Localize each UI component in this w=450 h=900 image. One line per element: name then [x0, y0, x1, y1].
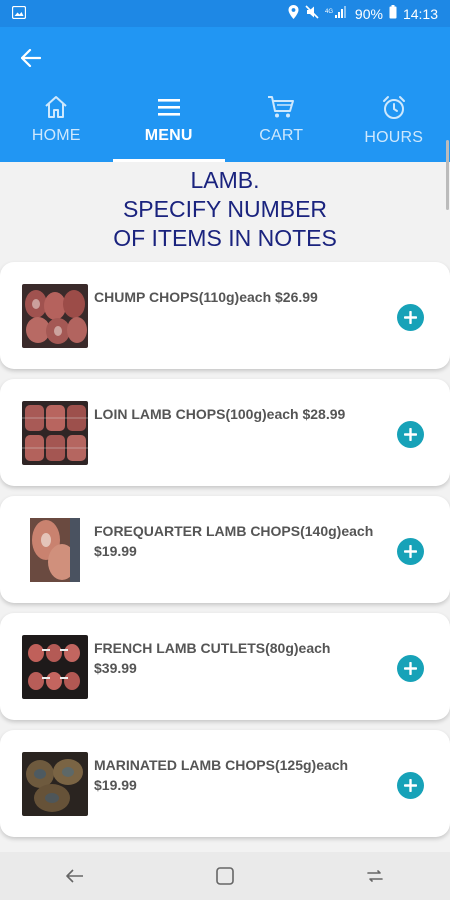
tab-cart[interactable]: CART — [225, 89, 338, 162]
add-to-cart-button[interactable] — [397, 304, 424, 331]
app-bar: HOME MENU CART HOURS — [0, 27, 450, 162]
tab-bar: HOME MENU CART HOURS — [0, 89, 450, 162]
product-image-forequarter-lamb-chops — [22, 518, 88, 582]
mute-icon — [305, 5, 319, 22]
tab-menu[interactable]: MENU — [112, 89, 225, 162]
add-to-cart-button[interactable] — [397, 538, 424, 565]
battery-icon — [389, 5, 397, 22]
title-line-2: SPECIFY NUMBER — [122, 196, 328, 222]
plus-icon — [404, 545, 417, 558]
add-to-cart-button[interactable] — [397, 655, 424, 682]
product-image-loin-lamb-chops — [22, 401, 88, 465]
title-line-1: LAMB. — [190, 167, 260, 193]
tab-hours-label: HOURS — [364, 129, 424, 146]
system-home-button[interactable] — [195, 856, 255, 896]
home-icon — [45, 96, 67, 118]
product-title: FRENCH LAMB CUTLETS(80g)each $39.99 — [94, 640, 331, 676]
status-bar: 4G 90% 14:13 — [0, 0, 450, 27]
product-card[interactable]: MARINATED LAMB CHOPS(125g)each $19.99 — [0, 730, 450, 837]
add-to-cart-button[interactable] — [397, 421, 424, 448]
recents-nav-icon — [367, 870, 383, 882]
product-title: FOREQUARTER LAMB CHOPS(140g)each $19.99 — [94, 523, 374, 559]
home-nav-icon — [216, 867, 234, 885]
menu-icon — [157, 99, 180, 116]
product-image-chump-chops — [22, 284, 88, 348]
title-line-3: OF ITEMS IN NOTES — [113, 225, 337, 251]
system-recents-button[interactable] — [345, 856, 405, 896]
page-title: LAMB. SPECIFY NUMBER OF ITEMS IN NOTES — [0, 166, 450, 253]
product-title: CHUMP CHOPS(110g)each $26.99 — [94, 289, 318, 305]
image-icon — [11, 5, 27, 22]
add-to-cart-button[interactable] — [397, 772, 424, 799]
plus-icon — [404, 779, 417, 792]
product-title: LOIN LAMB CHOPS(100g)each $28.99 — [94, 406, 346, 422]
plus-icon — [404, 311, 417, 324]
active-tab-indicator — [112, 159, 225, 162]
alarm-clock-icon — [382, 96, 405, 119]
product-card[interactable]: FOREQUARTER LAMB CHOPS(140g)each $19.99 — [0, 496, 450, 603]
clock: 14:13 — [402, 5, 438, 22]
plus-icon — [404, 428, 417, 441]
product-card[interactable]: FRENCH LAMB CUTLETS(80g)each $39.99 — [0, 613, 450, 720]
scrollbar[interactable] — [446, 140, 449, 210]
plus-icon — [404, 662, 417, 675]
product-image-french-lamb-cutlets — [22, 635, 88, 699]
arrow-left-icon — [21, 49, 41, 67]
product-card[interactable]: CHUMP CHOPS(110g)each $26.99 — [0, 262, 450, 369]
tab-hours[interactable]: HOURS — [338, 89, 450, 162]
battery-percent: 90% — [354, 5, 383, 22]
location-icon — [288, 5, 299, 22]
svg-text:4G: 4G — [325, 9, 333, 15]
signal-icon: 4G — [325, 5, 349, 22]
system-nav-bar — [0, 852, 450, 900]
tab-cart-label: CART — [259, 127, 304, 144]
cart-icon — [268, 96, 295, 118]
tab-home[interactable]: HOME — [0, 89, 113, 162]
tab-home-label: HOME — [31, 127, 81, 144]
product-card[interactable]: LOIN LAMB CHOPS(100g)each $28.99 — [0, 379, 450, 486]
product-title: MARINATED LAMB CHOPS(125g)each $19.99 — [94, 757, 349, 793]
tab-menu-label: MENU — [144, 127, 193, 144]
back-nav-icon — [66, 869, 83, 883]
product-image-marinated-lamb-chops — [22, 752, 88, 816]
back-button[interactable] — [14, 41, 48, 75]
system-back-button[interactable] — [45, 856, 105, 896]
